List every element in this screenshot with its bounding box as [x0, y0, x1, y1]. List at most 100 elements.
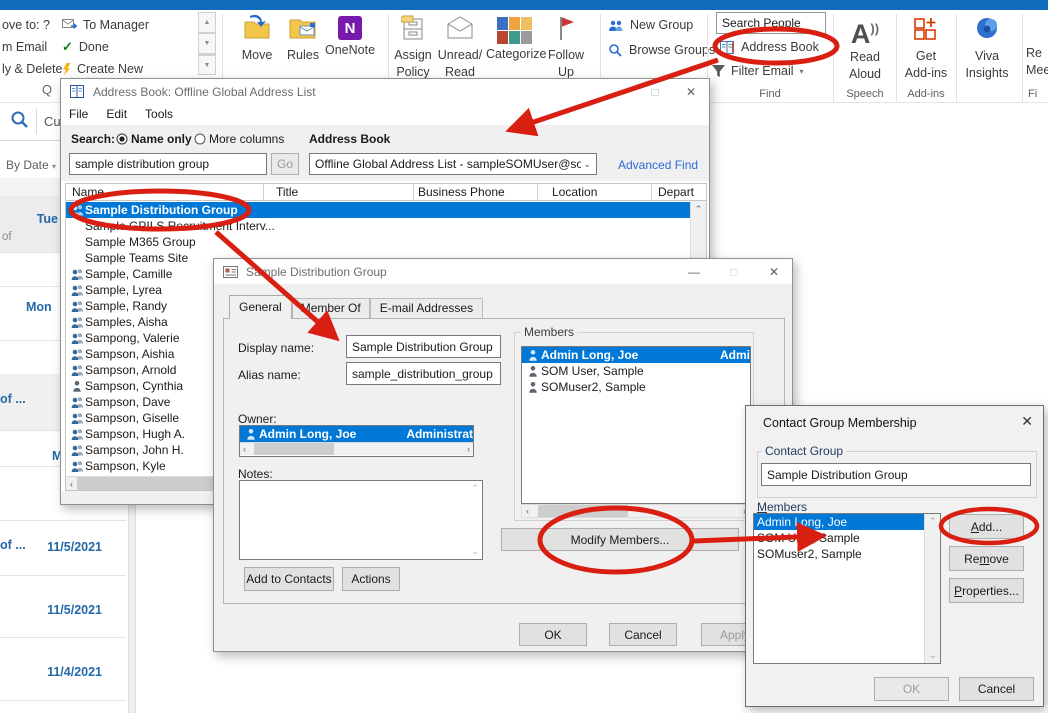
- mail-separator: [0, 340, 60, 341]
- column-header-location[interactable]: Location: [538, 184, 652, 200]
- rules-button[interactable]: Rules: [282, 14, 324, 62]
- radio-name-only-label[interactable]: Name only: [131, 132, 192, 146]
- column-header-business-phone[interactable]: Business Phone: [414, 184, 538, 200]
- directory-dropdown[interactable]: Offline Global Address List - sampleSOMU…: [309, 153, 597, 175]
- assign-policy-label: Assign: [390, 48, 436, 62]
- read-aloud-button[interactable]: A)) Read Aloud: [836, 16, 894, 81]
- scroll-left-arrow[interactable]: ‹: [66, 479, 77, 489]
- unread-read-button[interactable]: Unread/ Read: [436, 14, 484, 79]
- browse-groups-button[interactable]: Browse Groups: [608, 43, 715, 57]
- viva-insights-button[interactable]: Viva Insights: [958, 16, 1016, 80]
- contact-group-input[interactable]: [761, 463, 1031, 486]
- notes-textarea[interactable]: ⌃ ⌄: [239, 480, 483, 560]
- onenote-button[interactable]: N OneNote: [324, 14, 376, 57]
- column-header-department[interactable]: Depart: [652, 184, 706, 200]
- address-row[interactable]: Sample M365 Group: [66, 234, 690, 250]
- scroll-down-arrow[interactable]: ⌄: [929, 650, 937, 661]
- quick-step-done[interactable]: ✓ Done: [62, 36, 149, 58]
- scroll-up-arrow[interactable]: ⌃: [929, 516, 937, 527]
- member-row[interactable]: Admin Long, Joe Admi: [522, 347, 750, 363]
- minimize-button[interactable]: —: [676, 259, 712, 284]
- address-search-input[interactable]: [69, 153, 267, 175]
- ok-button[interactable]: OK: [519, 623, 587, 646]
- group-window-titlebar[interactable]: Sample Distribution Group — □ ✕: [214, 259, 792, 284]
- owner-hscrollbar[interactable]: ‹ ›: [240, 442, 473, 455]
- maximize-button[interactable]: □: [716, 259, 752, 284]
- modify-members-button[interactable]: Modify Members...: [501, 528, 739, 551]
- scroll-left-arrow[interactable]: ‹: [240, 444, 249, 454]
- cancel-button[interactable]: Cancel: [959, 677, 1034, 701]
- add-to-contacts-button[interactable]: Add to Contacts: [244, 567, 334, 591]
- clipped-right-button[interactable]: Re Mee: [1026, 16, 1048, 77]
- quick-step-to-manager[interactable]: To Manager: [62, 14, 149, 36]
- maximize-button[interactable]: □: [637, 79, 673, 104]
- quick-step-move-to[interactable]: ove to: ?: [2, 14, 62, 36]
- member-row[interactable]: SOMuser2, Sample: [522, 379, 750, 395]
- ok-button[interactable]: OK: [874, 677, 949, 701]
- alias-name-input[interactable]: [346, 362, 501, 385]
- scroll-down-button[interactable]: ▼: [198, 33, 216, 54]
- categorize-button[interactable]: Categorize: [486, 14, 542, 61]
- owner-row[interactable]: Admin Long, Joe Administrat: [240, 426, 473, 442]
- add-button[interactable]: Add...: [949, 514, 1024, 539]
- remove-button[interactable]: Remove: [949, 546, 1024, 571]
- assign-policy-button[interactable]: Assign Policy: [390, 14, 436, 79]
- menu-tools[interactable]: Tools: [145, 107, 173, 125]
- assign-policy-label2: Policy: [390, 65, 436, 79]
- radio-name-only[interactable]: [116, 133, 128, 145]
- membership-member-row[interactable]: SOMuser2, Sample: [754, 546, 940, 562]
- menu-file[interactable]: File: [69, 107, 88, 125]
- address-column-headers: Name Title Business Phone Location Depar…: [65, 183, 707, 201]
- display-name-input[interactable]: [346, 335, 501, 358]
- quick-step-create-new[interactable]: Create New: [62, 58, 149, 80]
- go-button[interactable]: Go: [271, 153, 299, 175]
- outlook-app: ove to: ? m Email ly & Delete To Manager…: [0, 0, 1048, 713]
- get-addins-button[interactable]: Get Add-ins: [898, 16, 954, 80]
- address-book-titlebar[interactable]: Address Book: Offline Global Address Lis…: [61, 79, 709, 104]
- sort-arrow-icon: ▾: [52, 162, 56, 171]
- search-people-input[interactable]: [716, 12, 826, 34]
- properties-button[interactable]: Properties...: [949, 578, 1024, 603]
- move-button[interactable]: Move: [234, 14, 280, 62]
- minimize-button[interactable]: —: [601, 79, 637, 104]
- address-book-button[interactable]: Address Book: [720, 40, 819, 54]
- scroll-up-button[interactable]: ▲: [198, 12, 216, 33]
- quick-steps-more-button[interactable]: ▼: [198, 54, 216, 75]
- owner-listbox[interactable]: Admin Long, Joe Administrat ‹ ›: [239, 425, 474, 457]
- scroll-up-arrow[interactable]: ⌃: [691, 201, 706, 215]
- membership-member-row[interactable]: SOM User, Sample: [754, 530, 940, 546]
- radio-more-columns-label[interactable]: More columns: [209, 132, 284, 146]
- cancel-button[interactable]: Cancel: [609, 623, 677, 646]
- tab-email-addresses[interactable]: E-mail Addresses: [370, 298, 483, 319]
- close-button[interactable]: ✕: [756, 259, 792, 284]
- member-row[interactable]: SOM User, Sample: [522, 363, 750, 379]
- menu-edit[interactable]: Edit: [106, 107, 127, 125]
- tab-member-of[interactable]: Member Of: [292, 298, 370, 319]
- actions-button[interactable]: Actions: [342, 567, 400, 591]
- membership-members-list[interactable]: Admin Long, Joe SOM User, Sample SOMuser…: [753, 513, 941, 664]
- close-button[interactable]: ✕: [673, 79, 709, 104]
- vertical-scrollbar[interactable]: ⌃ ⌄: [924, 514, 940, 663]
- mail-search-icon[interactable]: [10, 110, 30, 133]
- quick-step-reply-delete[interactable]: ly & Delete: [2, 58, 62, 80]
- column-header-name[interactable]: Name: [66, 184, 264, 200]
- tab-general[interactable]: General: [229, 295, 292, 319]
- filter-email-button[interactable]: Filter Email ▾: [712, 64, 804, 78]
- membership-member-row[interactable]: Admin Long, Joe: [754, 514, 924, 530]
- follow-up-button[interactable]: Follow Up: [544, 14, 588, 79]
- sort-by-date-dropdown[interactable]: By Date ▾: [6, 158, 56, 172]
- scroll-right-arrow[interactable]: ›: [464, 444, 473, 454]
- members-hscrollbar[interactable]: ‹ ›: [521, 504, 751, 518]
- current-mailbox-dropdown[interactable]: Cu: [44, 114, 61, 129]
- quick-step-team-email[interactable]: m Email: [2, 36, 62, 58]
- new-group-label: New Group: [630, 18, 693, 32]
- group-members-list[interactable]: Admin Long, Joe Admi SOM User, Sample SO…: [521, 346, 751, 504]
- address-row[interactable]: Sample GPILS Recruitment Interv...: [66, 218, 690, 234]
- new-group-button[interactable]: New Group: [608, 18, 693, 32]
- column-header-title[interactable]: Title: [264, 184, 414, 200]
- address-row[interactable]: Sample Distribution Group: [66, 202, 690, 218]
- advanced-find-link[interactable]: Advanced Find: [618, 158, 698, 172]
- radio-more-columns[interactable]: [194, 133, 206, 145]
- scroll-left-arrow[interactable]: ‹: [522, 506, 533, 516]
- close-icon[interactable]: ✕: [1021, 413, 1033, 430]
